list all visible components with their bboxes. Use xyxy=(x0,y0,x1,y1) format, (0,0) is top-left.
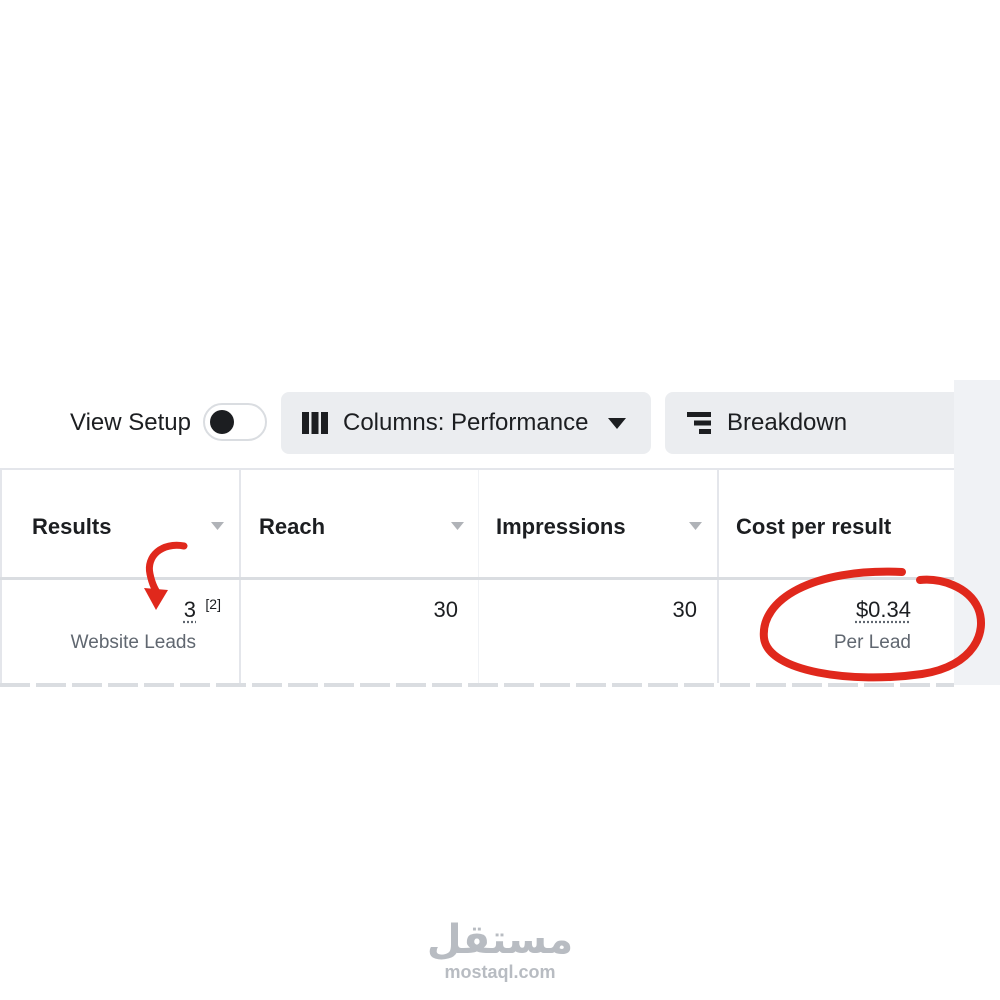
watermark-logo-text: مستقل xyxy=(426,917,574,963)
cell-reach: 30 xyxy=(239,580,478,687)
column-header-label: Results xyxy=(32,514,112,539)
breakdown-button[interactable]: Breakdown xyxy=(665,392,965,454)
results-type-label: Website Leads xyxy=(70,632,196,653)
reach-value: 30 xyxy=(433,597,458,622)
watermark-url: mostaql.com xyxy=(444,962,556,982)
column-header-label: Reach xyxy=(259,514,326,539)
column-header-label: Impressions xyxy=(496,514,626,539)
view-setup-toggle[interactable] xyxy=(203,403,267,441)
breakdown-button-label: Breakdown xyxy=(727,409,848,436)
columns-button[interactable]: Columns: Performance xyxy=(281,392,651,454)
impressions-value: 30 xyxy=(672,597,697,622)
annotation-circle-icon xyxy=(759,567,985,682)
table-toolbar: View Setup Columns: Performance Breakdow… xyxy=(0,380,1000,468)
sort-caret-icon[interactable] xyxy=(211,522,224,530)
view-setup-label: View Setup xyxy=(70,409,191,436)
columns-icon xyxy=(302,412,328,434)
columns-button-label: Columns: Performance xyxy=(343,409,589,436)
sort-caret-icon[interactable] xyxy=(689,522,702,530)
annotation-arrow-icon xyxy=(144,541,188,610)
results-footnote: [2] xyxy=(205,596,221,612)
column-header-reach[interactable]: Reach xyxy=(239,470,478,577)
page: View Setup Columns: Performance Breakdow… xyxy=(0,0,1000,1000)
column-header-impressions[interactable]: Impressions xyxy=(478,470,717,577)
cell-impressions: 30 xyxy=(478,580,717,687)
watermark-logo: مستقل mostaql.com xyxy=(420,918,580,982)
caret-down-icon xyxy=(608,418,626,429)
column-header-results[interactable]: Results xyxy=(0,470,239,577)
sort-caret-icon[interactable] xyxy=(451,522,464,530)
toggle-knob xyxy=(210,410,234,434)
breakdown-icon xyxy=(687,412,711,434)
column-header-label: Cost per result xyxy=(736,514,892,539)
cell-results: 3 [2] Website Leads xyxy=(0,580,239,687)
